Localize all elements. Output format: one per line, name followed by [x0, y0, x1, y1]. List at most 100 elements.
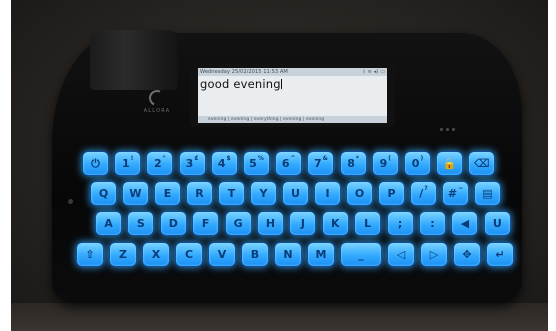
backspace-key[interactable]: ⌫ [468, 151, 496, 176]
status-date-time: Wednesday 25/02/2015 11:53 AM [200, 69, 288, 75]
backspace-icon: ⌫ [474, 157, 490, 170]
key-a[interactable]: A [95, 211, 122, 236]
key-label: W [129, 187, 142, 200]
shift-icon: ⇧ [85, 248, 95, 261]
key-b[interactable]: B [241, 242, 269, 267]
key-3[interactable]: 3 £ [178, 151, 206, 176]
space-icon: _ [358, 248, 364, 261]
settings-key[interactable]: ✥ [453, 242, 481, 267]
menu-key[interactable]: ▤ [474, 181, 501, 206]
key-2[interactable]: 2 " [146, 151, 174, 176]
lock-key[interactable]: 🔒 [436, 151, 464, 176]
undo-icon: U [492, 217, 502, 230]
key-shift-label: ? [424, 185, 428, 192]
key-label: E [163, 187, 172, 200]
key-k[interactable]: K [321, 211, 349, 236]
arrow-left-key[interactable]: ◁ [387, 242, 415, 267]
key-label: P [387, 187, 396, 200]
arrow-right-key[interactable]: ▷ [420, 242, 448, 267]
device-screen: Wednesday 25/02/2015 11:53 AM ᛒ ≋ ◂) ▭ g… [198, 68, 387, 123]
key-y[interactable]: Y [250, 181, 277, 206]
prediction-bar[interactable]: evening | evening | everything | evening… [198, 116, 387, 123]
text-area[interactable]: good evening [198, 76, 387, 92]
power-key[interactable]: ⏻ [82, 151, 109, 176]
key-sym[interactable]: /? [410, 181, 437, 206]
key-label: # [447, 187, 458, 200]
key-v[interactable]: V [208, 242, 236, 267]
key-shift-label: " [162, 155, 166, 162]
key-u[interactable]: U [282, 181, 309, 206]
key-label: Y [259, 187, 268, 200]
key-l[interactable]: L [354, 211, 382, 236]
key-label: K [331, 217, 340, 230]
key-q[interactable]: Q [90, 181, 117, 206]
key-sym[interactable]: ; [386, 211, 414, 236]
key-5[interactable]: 5% [243, 151, 270, 176]
key-label: D [168, 217, 178, 230]
key-label: B [250, 248, 260, 261]
shift-key[interactable]: ⇧ [76, 242, 104, 267]
key-x[interactable]: X [142, 242, 170, 267]
key-label: 7 [313, 157, 322, 170]
key-shift-label: % [257, 155, 264, 162]
key-shift-label: £ [194, 155, 199, 162]
key-label: J [300, 217, 305, 230]
key-label: H [265, 217, 276, 230]
key-n[interactable]: N [274, 242, 302, 267]
key-shift-label: * [355, 155, 359, 162]
key-0[interactable]: 0) [404, 151, 431, 176]
key-8[interactable]: 8 * [339, 151, 367, 176]
wifi-icon: ≋ [367, 69, 372, 75]
key-f[interactable]: F [192, 211, 220, 236]
key-1[interactable]: 1! [114, 151, 142, 176]
arrow-left-icon: ◁ [396, 248, 406, 261]
key-label: A [104, 217, 113, 230]
key-label: G [233, 217, 243, 230]
enter-key[interactable]: ↵ [486, 242, 514, 267]
table-surface [11, 303, 548, 331]
key-sym[interactable]: : [419, 211, 446, 236]
undo-key[interactable]: U [483, 211, 511, 236]
key-label: L [364, 217, 372, 230]
key-label: M [315, 248, 327, 261]
key-j[interactable]: J [289, 211, 317, 236]
logo-swirl-icon [146, 87, 168, 109]
text-cursor [280, 79, 282, 89]
lock-icon: 🔒 [442, 157, 457, 170]
key-sym[interactable]: # ~ [442, 181, 469, 206]
key-4[interactable]: 4 $ [210, 151, 238, 176]
side-port [68, 199, 73, 204]
power-icon: ⏻ [91, 156, 100, 170]
key-shift-label: ~ [458, 185, 464, 192]
bluetooth-icon: ᛒ [362, 69, 366, 75]
key-label: 0 [411, 157, 420, 170]
key-t[interactable]: T [218, 181, 245, 206]
brand-logo: ALLORA [140, 87, 174, 114]
key-label: : [430, 217, 435, 230]
key-w[interactable]: W [122, 181, 149, 206]
battery-icon: ▭ [380, 69, 385, 75]
key-d[interactable]: D [159, 211, 187, 236]
key-label: R [195, 187, 204, 200]
key-label: 9 [379, 157, 388, 170]
speak-key[interactable]: ◀ [451, 211, 479, 236]
key-c[interactable]: C [175, 242, 203, 267]
key-9[interactable]: 9( [371, 151, 399, 176]
key-6[interactable]: 6 ^ [275, 151, 303, 176]
key-z[interactable]: Z [109, 242, 137, 267]
space-key[interactable]: _ [340, 242, 382, 267]
key-label: 2 [153, 157, 162, 170]
key-label: T [227, 187, 236, 200]
key-o[interactable]: O [346, 181, 373, 206]
key-e[interactable]: E [154, 181, 181, 206]
key-7[interactable]: 7 & [307, 151, 335, 176]
key-g[interactable]: G [224, 211, 252, 236]
key-p[interactable]: P [378, 181, 405, 206]
key-label: 8 [347, 157, 355, 170]
key-m[interactable]: M [307, 242, 335, 267]
key-r[interactable]: R [186, 181, 213, 206]
key-label: X [151, 248, 161, 261]
key-i[interactable]: I [314, 181, 341, 206]
key-s[interactable]: S [127, 211, 155, 236]
key-h[interactable]: H [257, 211, 284, 236]
